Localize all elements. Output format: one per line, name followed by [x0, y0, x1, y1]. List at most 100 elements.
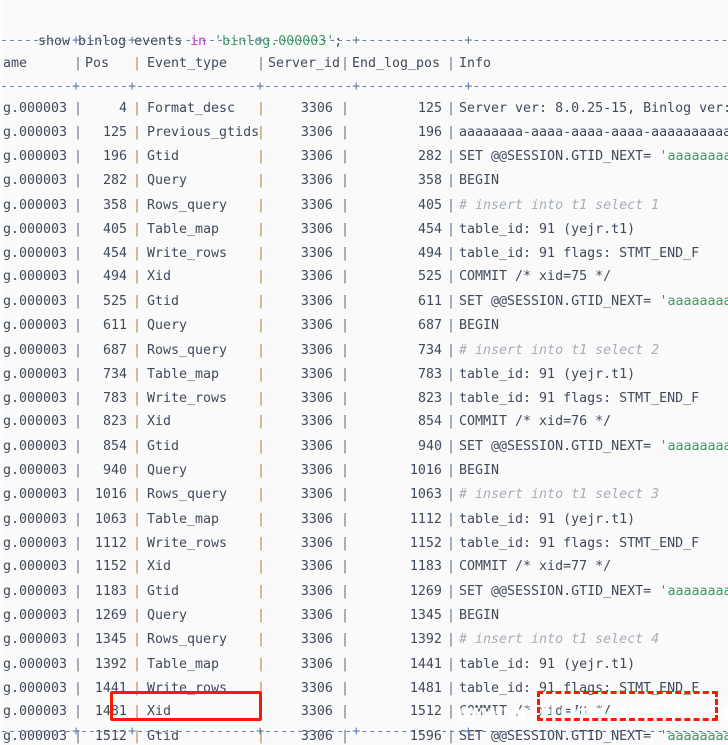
cell-end-log-pos: 494 — [417, 245, 442, 261]
cell-info: SET @@SESSION.GTID_NEXT= — [459, 294, 660, 310]
column-separator: | — [74, 462, 83, 478]
cell-event-type: Xid — [147, 269, 172, 285]
cell-end-log-pos: 1063 — [409, 487, 442, 503]
column-separator: | — [133, 294, 142, 310]
column-separator: | — [74, 657, 83, 673]
cell-server-id: 3306 — [300, 197, 333, 213]
column-separator: | — [74, 149, 83, 165]
cell-log-name: g.000003 — [3, 124, 68, 140]
cell-server-id: 3306 — [300, 535, 333, 551]
column-separator: | — [74, 487, 83, 503]
column-separator: | — [257, 657, 266, 673]
column-separator: | — [257, 487, 266, 503]
column-separator: | — [133, 584, 142, 599]
cell-end-log-pos: 611 — [417, 294, 442, 310]
cell-info: BEGIN — [459, 607, 500, 623]
column-separator: | — [133, 414, 142, 430]
table-row: g.000003 | 525 | Gtid | 3306 | 611 | SET @@SESSION… — [0, 290, 728, 314]
column-separator: | — [133, 245, 142, 261]
cell-end-log-pos: 823 — [417, 390, 442, 406]
table-row: g.000003 | 1063 | Table_map | 3306 | 1112 | table_… — [0, 508, 728, 532]
table-row: g.000003 | 1345 | Rows_query | 3306 | 1392 | # ins… — [0, 628, 728, 652]
cell-event-type: Gtid — [147, 149, 180, 165]
table-header-row: ame | Pos | Event_type | Server_id | End_log_pos… — [0, 52, 728, 76]
column-separator: | — [74, 342, 83, 358]
cell-info: table_id: 91 flags: STMT_END_F — [459, 680, 700, 696]
column-separator: | — [257, 632, 266, 648]
column-separator: | — [447, 462, 456, 478]
column-separator: | — [341, 124, 350, 140]
table-row: g.000003 | 1016 | Rows_query | 3306 | 1063 | # ins… — [0, 483, 728, 507]
cell-end-log-pos: 1269 — [409, 584, 442, 599]
column-separator: | — [74, 584, 83, 599]
cell-info-gtid-string: 'aaaaaaaa — [659, 294, 728, 310]
column-separator: | — [341, 439, 350, 455]
column-separator: | — [133, 559, 142, 575]
cell-event-type: Write_rows — [147, 390, 228, 406]
column-separator: | — [341, 172, 350, 188]
column-separator: | — [74, 124, 83, 140]
cell-info-gtid-string: 'aaaaaaaa — [659, 439, 728, 455]
table-row: g.000003 | 1183 | Gtid | 3306 | 1269 | SET @@SESSI… — [0, 580, 728, 604]
column-separator: | — [341, 414, 350, 430]
cell-log-name: g.000003 — [3, 172, 68, 188]
table-header-server-id: Server_id — [268, 56, 341, 71]
cell-info: table_id: 91 (yejr.t1) — [459, 367, 636, 383]
column-separator: | — [257, 222, 266, 238]
column-separator: | — [341, 584, 350, 599]
cell-end-log-pos: 1441 — [409, 657, 442, 673]
table-row: g.000003 | 494 | Xid | 3306 | 525 | COMMIT /* xid=… — [0, 265, 728, 289]
column-separator: | — [133, 680, 142, 696]
cell-pos: 734 — [102, 367, 127, 383]
column-separator: | — [133, 317, 142, 333]
table-row: g.000003 | 1152 | Xid | 3306 | 1183 | COMMIT /* xi… — [0, 555, 728, 579]
column-separator: | — [74, 172, 83, 188]
column-separator: | — [74, 390, 83, 406]
cell-event-type: Gtid — [147, 439, 180, 455]
column-separator: | — [133, 101, 142, 116]
column-separator: | — [257, 390, 266, 406]
cell-log-name: g.000003 — [3, 487, 68, 503]
table-row: g.000003 | 611 | Query | 3306 | 687 | BEGIN — [0, 314, 728, 338]
column-separator: | — [257, 439, 266, 455]
cell-server-id: 3306 — [300, 342, 333, 358]
table-header-pos: Pos — [85, 56, 110, 71]
column-separator: | — [74, 439, 83, 455]
terminal-screen: show binlog events in 'binlog.000003'; -… — [0, 0, 728, 745]
table-header-pipe: | — [447, 56, 456, 71]
column-separator: | — [341, 101, 350, 116]
cell-info: # insert into t1 select 1 — [459, 197, 660, 213]
cell-server-id: 3306 — [300, 584, 333, 599]
cell-end-log-pos: 1016 — [409, 462, 442, 478]
cell-info: Server ver: 8.0.25-15, Binlog ver: — [459, 101, 728, 116]
table-header-info: Info — [459, 56, 492, 71]
column-separator: | — [447, 149, 456, 165]
column-separator: | — [447, 414, 456, 430]
cell-pos: 358 — [102, 197, 127, 213]
cell-pos: 1183 — [94, 584, 127, 599]
column-separator: | — [447, 390, 456, 406]
column-separator: | — [341, 245, 350, 261]
column-separator: | — [447, 535, 456, 551]
column-separator: | — [257, 245, 266, 261]
column-separator: | — [74, 222, 83, 238]
cell-end-log-pos: 783 — [417, 367, 442, 383]
cell-log-name: g.000003 — [3, 559, 68, 575]
cell-log-name: g.000003 — [3, 512, 68, 528]
cell-log-name: g.000003 — [3, 197, 68, 213]
table-rule-header-bottom: ---------+------+---------------+-------… — [0, 79, 728, 94]
table-row: g.000003 | 823 | Xid | 3306 | 854 | COMMIT /* xid=… — [0, 410, 728, 434]
cell-pos: 1112 — [94, 535, 127, 551]
table-header-end-log-pos: End_log_pos — [352, 56, 441, 71]
column-separator: | — [133, 535, 142, 551]
cell-server-id: 3306 — [300, 294, 333, 310]
cell-pos: 1016 — [94, 487, 127, 503]
column-separator: | — [257, 197, 266, 213]
column-separator: | — [447, 222, 456, 238]
table-row: g.000003 | 687 | Rows_query | 3306 | 734 | # inser… — [0, 339, 728, 363]
cell-info: COMMIT /* xid=76 */ — [459, 414, 612, 430]
cell-end-log-pos: 854 — [417, 414, 442, 430]
cell-log-name: g.000003 — [3, 367, 68, 383]
column-separator: | — [257, 535, 266, 551]
column-separator: | — [447, 632, 456, 648]
